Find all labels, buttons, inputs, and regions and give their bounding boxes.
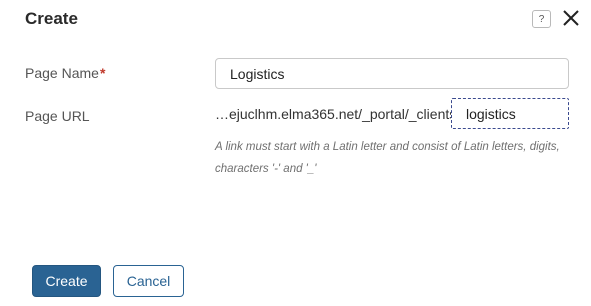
page-name-label: Page Name*: [25, 65, 105, 81]
create-button[interactable]: Create: [32, 265, 101, 297]
page-url-input[interactable]: [451, 98, 569, 129]
page-url-prefix: …ejuclhm.elma365.net/_portal/_clients/: [215, 106, 461, 122]
required-mark: *: [99, 65, 106, 81]
page-name-input[interactable]: [215, 58, 569, 89]
page-url-hint: A link must start with a Latin letter an…: [215, 141, 560, 175]
help-button[interactable]: ?: [532, 10, 551, 28]
close-icon: [563, 10, 579, 26]
page-name-label-text: Page Name: [25, 65, 99, 81]
close-button[interactable]: [561, 8, 581, 28]
page-url-label: Page URL: [25, 108, 90, 124]
create-page-dialog: Create ? Page Name* Page URL …ejuclhm.el…: [0, 0, 591, 306]
help-icon: ?: [538, 13, 545, 25]
cancel-button[interactable]: Cancel: [113, 265, 184, 297]
dialog-title: Create: [25, 9, 78, 28]
